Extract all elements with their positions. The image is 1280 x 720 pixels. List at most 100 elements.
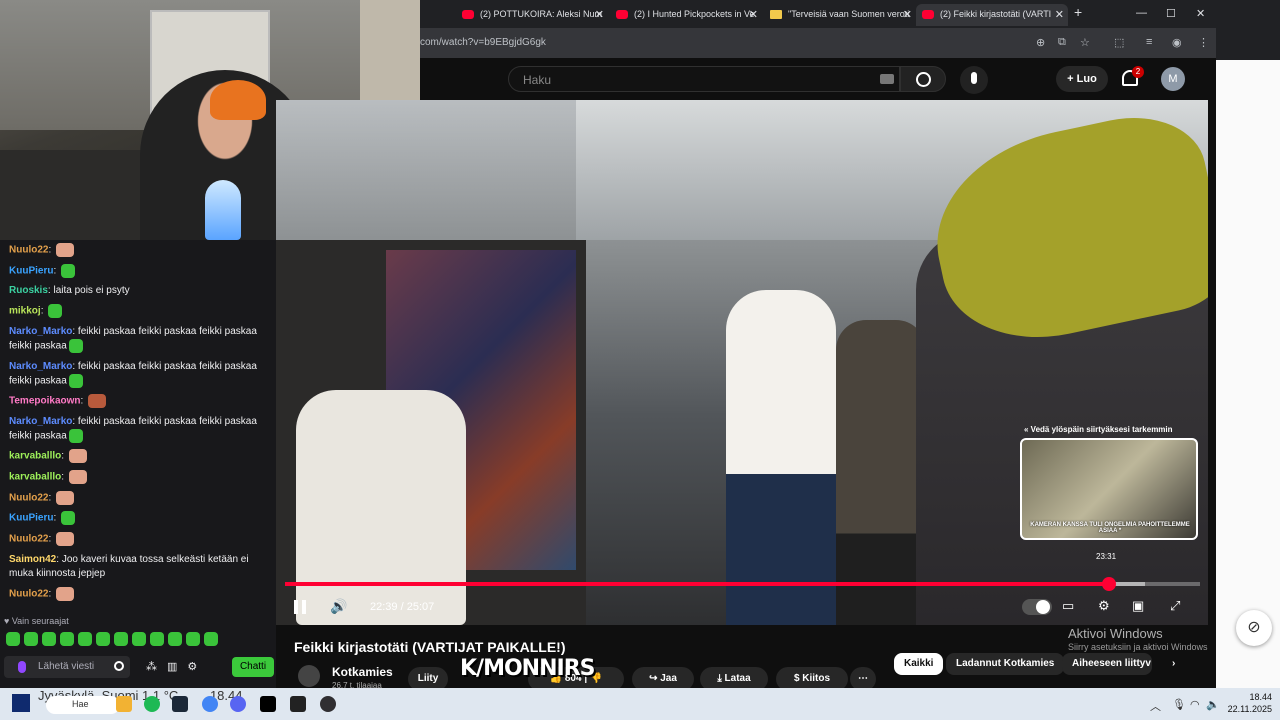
subtitles-icon[interactable]: ▭ — [1062, 598, 1074, 614]
chevron-up-icon[interactable]: ︿ — [1150, 698, 1161, 714]
video-player[interactable] — [276, 100, 1208, 625]
store-icon[interactable]: ▥ — [167, 660, 177, 673]
chrome-icon[interactable] — [202, 696, 218, 712]
bits-icon[interactable]: ⁂ — [146, 660, 157, 673]
chat-username[interactable]: Narko_Marko — [9, 361, 72, 372]
discord-icon[interactable] — [230, 696, 246, 712]
emoji-icon[interactable] — [114, 661, 124, 671]
create-button[interactable]: + Luo — [1056, 66, 1108, 92]
pause-icon[interactable] — [294, 600, 306, 614]
media-icon[interactable]: ≡ — [1146, 36, 1152, 48]
chat-username[interactable]: KuuPieru — [9, 513, 53, 524]
chat-username[interactable]: Temepoikaown — [9, 396, 81, 407]
keyboard-icon[interactable] — [880, 74, 894, 84]
chat-username[interactable]: Nuulo22 — [9, 245, 48, 256]
emote-icon[interactable] — [96, 632, 110, 646]
file-explorer-icon[interactable] — [116, 696, 132, 712]
chat-username[interactable]: KuuPieru — [9, 265, 53, 276]
chip-channel[interactable]: Ladannut Kotkamies — [946, 653, 1065, 675]
emote-bar[interactable] — [6, 632, 218, 646]
close-window-icon[interactable]: ✕ — [1196, 7, 1205, 20]
webcam-sofa — [0, 150, 150, 240]
emote-icon[interactable] — [186, 632, 200, 646]
chevron-right-icon[interactable]: › — [1162, 653, 1185, 675]
settings-icon[interactable]: ⚙ — [1098, 598, 1110, 614]
search-button[interactable] — [900, 66, 946, 92]
chat-username[interactable]: karvaballlo — [9, 451, 61, 462]
chat-username[interactable]: Nuulo22 — [9, 534, 48, 545]
tab-title: "Terveisiä vaan Suomen veroti — [788, 9, 910, 19]
emote-icon[interactable] — [60, 632, 74, 646]
fullscreen-icon[interactable]: ⤢ — [1170, 598, 1180, 614]
browser-tab[interactable]: (2) I Hunted Pickpockets in Ve ✕ — [610, 4, 762, 26]
emote-icon[interactable] — [78, 632, 92, 646]
profile-icon[interactable]: ◉ — [1172, 36, 1182, 49]
search-input[interactable]: Haku — [508, 66, 900, 92]
wifi-icon[interactable]: ◠ — [1190, 698, 1200, 711]
channel-name[interactable]: Kotkamies — [332, 665, 393, 679]
chat-username[interactable]: karvaballlo — [9, 472, 61, 483]
maximize-icon[interactable]: ☐ — [1166, 7, 1176, 20]
chat-username[interactable]: Ruoskis — [9, 285, 48, 296]
browser-tab[interactable]: "Terveisiä vaan Suomen veroti ✕ — [764, 4, 916, 26]
address-bar[interactable]: com/watch?v=b9EBgjdG6gk ⊕ ⧉ ☆ ⬚ ≡ ◉ ⋮ — [420, 28, 1216, 58]
chat-username[interactable]: Narko_Marko — [9, 416, 72, 427]
chat-message: mikkoj: — [0, 301, 276, 322]
chip-related[interactable]: Aiheeseen liittyv — [1062, 653, 1152, 675]
avatar[interactable]: M — [1161, 67, 1185, 91]
emote-icon[interactable] — [204, 632, 218, 646]
screenshot-icon[interactable]: ⧉ — [1058, 36, 1066, 49]
emote-icon[interactable] — [42, 632, 56, 646]
chat-username[interactable]: Narko_Marko — [9, 326, 72, 337]
chat-username[interactable]: Saimon42 — [9, 554, 56, 565]
voice-search-button[interactable] — [960, 66, 988, 94]
chat-input[interactable]: Lähetä viesti — [4, 656, 130, 678]
search-placeholder: Haku — [523, 73, 552, 87]
chat-username[interactable]: Nuulo22 — [9, 588, 48, 599]
emote-icon[interactable] — [114, 632, 128, 646]
notification-badge: 2 — [1132, 66, 1144, 78]
close-icon[interactable]: ✕ — [903, 8, 912, 21]
url-text[interactable]: com/watch?v=b9EBgjdG6gk — [420, 37, 546, 48]
gear-icon[interactable]: ⚙ — [187, 660, 197, 673]
emote-icon[interactable] — [24, 632, 38, 646]
close-icon[interactable]: ✕ — [1055, 8, 1064, 21]
chat-send-button[interactable]: Chatti — [232, 657, 274, 677]
channel-avatar[interactable] — [298, 665, 320, 687]
taskbar-search[interactable]: Hae — [46, 696, 120, 714]
capcut-icon[interactable] — [260, 696, 276, 712]
compass-icon[interactable]: ⊘ — [1236, 610, 1272, 646]
extensions-icon[interactable]: ⬚ — [1114, 36, 1124, 49]
volume-icon[interactable]: 🔊 — [330, 598, 347, 615]
minimize-icon[interactable]: — — [1136, 7, 1147, 19]
app-icon[interactable] — [290, 696, 306, 712]
miniplayer-icon[interactable]: ▣ — [1132, 598, 1144, 614]
clock[interactable]: 18.44 22.11.2025 — [1228, 691, 1272, 715]
mic-icon[interactable]: 🎙 — [1172, 698, 1186, 711]
speaker-icon[interactable]: 🔈 — [1206, 698, 1220, 711]
new-tab-button[interactable]: + — [1074, 4, 1082, 20]
chat-message: Nuulo22: — [0, 240, 276, 261]
bookmark-star-icon[interactable]: ☆ — [1080, 36, 1090, 49]
browser-tab-active[interactable]: (2) Feikki kirjastotäti (VARTI ✕ — [916, 4, 1068, 26]
menu-icon[interactable]: ⋮ — [1198, 36, 1209, 49]
autoplay-toggle[interactable] — [1022, 599, 1052, 615]
close-icon[interactable]: ✕ — [595, 8, 604, 21]
hand-emote-icon — [68, 449, 87, 464]
emote-icon[interactable] — [132, 632, 146, 646]
emote-icon[interactable] — [150, 632, 164, 646]
spotify-icon[interactable] — [144, 696, 160, 712]
browser-tab[interactable]: (2) POTTUKOIRA: Aleksi Num ✕ — [456, 4, 608, 26]
chat-message: KuuPieru: — [0, 508, 276, 529]
zoom-icon[interactable]: ⊕ — [1036, 36, 1045, 49]
chat-username[interactable]: Nuulo22 — [9, 492, 48, 503]
emote-icon[interactable] — [168, 632, 182, 646]
browser-tab-bar: (2) POTTUKOIRA: Aleksi Num ✕ (2) I Hunte… — [420, 0, 1216, 28]
close-icon[interactable]: ✕ — [749, 8, 758, 21]
progress-bar[interactable] — [285, 577, 1200, 591]
obs-icon[interactable] — [320, 696, 336, 712]
steam-icon[interactable] — [172, 696, 188, 712]
chat-username[interactable]: mikkoj — [9, 306, 41, 317]
emote-icon[interactable] — [6, 632, 20, 646]
chip-all[interactable]: Kaikki — [894, 653, 944, 675]
